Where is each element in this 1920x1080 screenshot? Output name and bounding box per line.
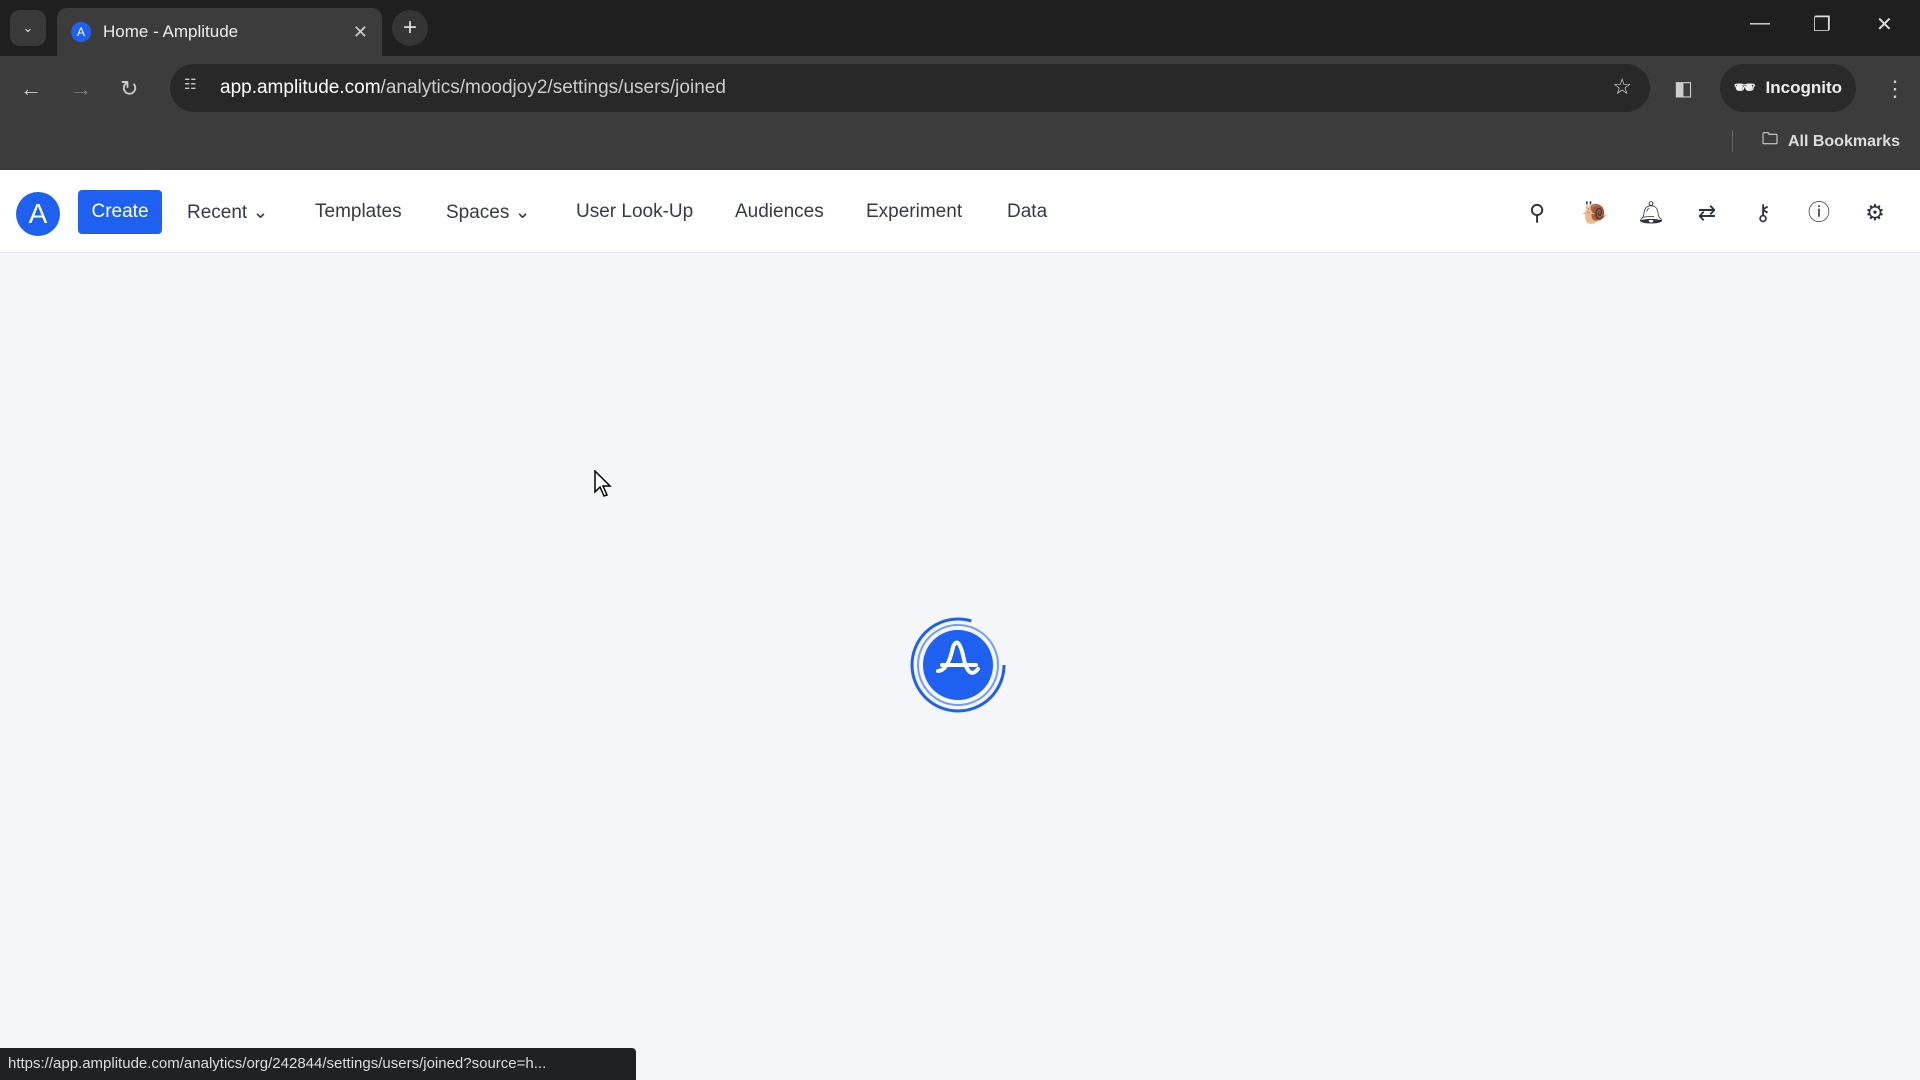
nav-spaces[interactable]: Spaces ⌄ (446, 201, 531, 224)
amplitude-logo[interactable]: A (16, 192, 60, 236)
snail-icon[interactable]: 🐌 (1581, 200, 1608, 226)
loading-spinner (910, 617, 1006, 713)
folder-icon: 🗀 (1761, 131, 1778, 148)
site-info-icon[interactable]: ☷ (184, 76, 208, 100)
tab-title: Home - Amplitude (103, 22, 239, 41)
help-icon[interactable]: ⓘ (1806, 200, 1832, 226)
incognito-label: Incognito (1765, 78, 1843, 97)
menu-icon[interactable]: ⋮ (1884, 76, 1906, 102)
switch-icon[interactable]: ⇄ (1694, 200, 1720, 226)
close-window-icon[interactable]: ✕ (1876, 12, 1893, 37)
tab-home[interactable]: A Home - Amplitude ✕ (57, 8, 382, 56)
nav-user-lookup[interactable]: User Look-Up (576, 201, 693, 223)
app-navbar: A Create Recent ⌄ Templates Spaces ⌄ Use… (0, 170, 1920, 253)
close-tab-icon[interactable]: ✕ (353, 22, 368, 43)
forward-icon[interactable]: → (70, 76, 92, 102)
status-bar-url: https://app.amplitude.com/analytics/org/… (0, 1048, 636, 1080)
nav-experiment[interactable]: Experiment (866, 201, 962, 223)
nav-recent[interactable]: Recent ⌄ (187, 201, 268, 224)
incognito-badge[interactable]: 🕶 Incognito (1720, 64, 1856, 112)
nav-templates[interactable]: Templates (315, 201, 402, 223)
nav-audiences[interactable]: Audiences (735, 201, 824, 223)
search-icon[interactable]: ⚲ (1524, 200, 1550, 226)
nav-data[interactable]: Data (1007, 201, 1047, 223)
divider (1732, 130, 1733, 152)
back-icon[interactable]: ← (20, 76, 42, 102)
browser-toolbar: ← → ↻ ☷ app.amplitude.com/analytics/mood… (0, 56, 1920, 170)
create-button[interactable]: Create (78, 190, 162, 234)
restore-icon[interactable]: ❐ (1813, 12, 1831, 37)
gear-icon[interactable]: ⚙ (1862, 200, 1888, 226)
new-tab-button[interactable]: + (392, 10, 428, 46)
minimize-icon[interactable]: — (1750, 12, 1770, 35)
side-panel-icon[interactable]: ◧ (1674, 76, 1693, 101)
incognito-icon: 🕶 (1733, 78, 1756, 97)
key-sparkle-icon[interactable]: ⚷ (1750, 200, 1776, 226)
amplitude-favicon: A (71, 22, 91, 42)
mouse-cursor (594, 470, 612, 497)
bookmarks-label: All Bookmarks (1787, 132, 1900, 150)
tab-strip: ⌄ A Home - Amplitude ✕ + — ❐ ✕ (0, 0, 1920, 56)
url-host: app.amplitude.com (220, 77, 381, 98)
all-bookmarks[interactable]: 🗀 All Bookmarks (1762, 128, 1900, 155)
url-path: /analytics/moodjoy2/settings/users/joine… (380, 77, 726, 98)
bell-icon[interactable]: 🔔︎ (1637, 200, 1665, 226)
reload-icon[interactable]: ↻ (120, 76, 138, 102)
bookmark-star-icon[interactable]: ☆ (1612, 74, 1632, 100)
address-bar[interactable]: ☷ app.amplitude.com/analytics/moodjoy2/s… (170, 64, 1650, 112)
tab-search-button[interactable]: ⌄ (10, 10, 46, 46)
